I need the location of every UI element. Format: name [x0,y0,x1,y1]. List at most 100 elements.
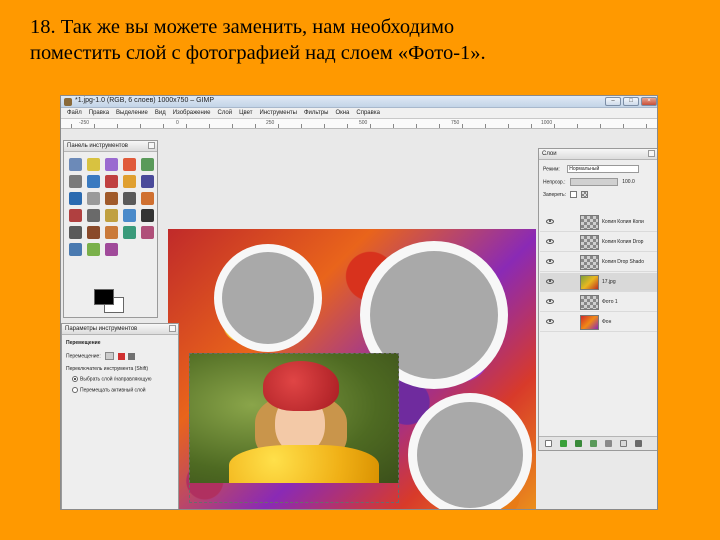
tool-icon[interactable] [123,175,136,188]
anchor-layer-icon[interactable] [605,440,612,447]
layer-row[interactable]: Копия Копия Drop [540,233,657,252]
tool-icon[interactable] [87,192,100,205]
foreground-color[interactable] [94,289,114,305]
caption-line-2: поместить слой с фотографией над слоем «… [30,42,486,64]
tool-icon[interactable] [87,209,100,222]
option-move-active[interactable]: Перемещать активный слой [72,387,146,393]
menu-select[interactable]: Выделение [116,110,148,116]
ruler-label: 750 [451,120,460,126]
panel-close-icon[interactable] [169,325,176,332]
layer-name[interactable]: Копия Копия Drop [602,239,643,245]
layer-name[interactable]: Копия Копия Копи [602,219,644,225]
tool-icon[interactable] [87,158,100,171]
tool-icon[interactable] [87,243,100,256]
menu-edit[interactable]: Правка [89,110,109,116]
panel-close-icon[interactable] [148,142,155,149]
tool-icon[interactable] [69,226,82,239]
layer-boundary-selection [189,353,399,503]
tool-icon[interactable] [105,226,118,239]
tool-icon[interactable] [87,226,100,239]
layer-row-selected[interactable]: 17.jpg [540,273,657,292]
layer-name[interactable]: Копия Drop Shado [602,259,644,265]
tool-icon[interactable] [87,175,100,188]
close-button[interactable]: × [641,97,657,106]
tool-icon[interactable] [105,209,118,222]
mask-layer-icon[interactable] [620,440,627,447]
lower-layer-icon[interactable] [575,440,582,447]
menu-windows[interactable]: Окна [335,110,349,116]
tool-icon[interactable] [141,192,154,205]
toolbox-title-text: Панель инструментов [67,143,128,149]
mode-row: Режим: Нормальный [543,165,640,173]
panel-close-icon[interactable] [648,150,655,157]
tool-icon[interactable] [105,192,118,205]
tool-icon[interactable] [123,226,136,239]
menu-colors[interactable]: Цвет [239,110,252,116]
tool-icon[interactable] [69,192,82,205]
lock-alpha-icon[interactable] [580,191,588,198]
color-swatch[interactable] [94,289,126,313]
ruler-tick [94,124,95,128]
layer-row[interactable]: Копия Копия Копи [540,213,657,232]
tool-icon[interactable] [141,175,154,188]
tool-icon[interactable] [105,158,118,171]
menu-layer[interactable]: Слой [218,110,233,116]
tool-icon[interactable] [123,158,136,171]
tool-icon[interactable] [123,192,136,205]
tool-icon[interactable] [141,209,154,222]
opacity-slider[interactable] [569,178,618,186]
menu-tools[interactable]: Инструменты [260,110,297,116]
tool-options-title-text: Параметры инструментов [65,326,138,332]
minimize-button[interactable]: – [605,97,621,106]
tool-icon[interactable] [69,158,82,171]
move-path-icon[interactable] [127,352,135,360]
horizontal-ruler: -250 0 250 500 750 1000 [61,119,657,129]
tool-icon[interactable] [123,209,136,222]
tool-icon[interactable] [105,243,118,256]
raise-layer-icon[interactable] [560,440,567,447]
menu-image[interactable]: Изображение [173,110,211,116]
tool-icon[interactable] [105,175,118,188]
window-titlebar: *1.jpg-1.0 (RGB, 6 слоев) 1000x750 – GIM… [61,96,657,108]
tool-icon[interactable] [69,209,82,222]
lock-pixels-checkbox[interactable] [570,191,578,198]
radio-selected-icon[interactable] [72,376,78,382]
ruler-tick [439,124,440,128]
duplicate-layer-icon[interactable] [590,440,597,447]
tool-icon[interactable] [141,226,154,239]
delete-layer-icon[interactable] [635,440,642,447]
eye-icon[interactable] [546,299,554,304]
mode-select[interactable]: Нормальный [567,165,640,173]
tool-icon[interactable] [69,243,82,256]
eye-icon[interactable] [546,239,554,244]
menu-view[interactable]: Вид [155,110,166,116]
layers-panel: Слои Режим: Нормальный Непрозр.: 100.0 З… [538,148,657,451]
new-layer-icon[interactable] [545,440,552,447]
eye-icon[interactable] [546,259,554,264]
eye-icon[interactable] [546,319,554,324]
layer-row[interactable]: Копия Drop Shado [540,253,657,272]
frame-placeholder [222,252,314,344]
eye-icon[interactable] [546,279,554,284]
layer-row[interactable]: Фон [540,313,657,332]
layers-action-bar [539,436,657,450]
radio-icon[interactable] [72,387,78,393]
layer-name[interactable]: Фон [602,319,611,325]
opacity-value[interactable]: 100.0 [622,179,635,185]
layer-row[interactable]: Фото 1 [540,293,657,312]
menu-filters[interactable]: Фильтры [304,110,328,116]
move-selection-icon[interactable] [117,352,125,360]
tool-icon[interactable] [141,158,154,171]
move-layer-icon[interactable] [105,352,115,360]
menu-file[interactable]: Файл [67,110,82,116]
eye-icon[interactable] [546,219,554,224]
maximize-button[interactable]: □ [623,97,639,106]
menu-help[interactable]: Справка [356,110,380,116]
tool-options-panel: Параметры инструментов Перемещение Перем… [61,323,179,509]
ruler-label: 250 [266,120,275,126]
tool-toggle-label: Переключатель инструмента (Shift) [66,366,149,372]
option-pick-layer[interactable]: Выбрать слой /направляющую [72,376,152,382]
layer-name[interactable]: 17.jpg [602,279,616,285]
tool-icon[interactable] [69,175,82,188]
layer-name[interactable]: Фото 1 [602,299,618,305]
